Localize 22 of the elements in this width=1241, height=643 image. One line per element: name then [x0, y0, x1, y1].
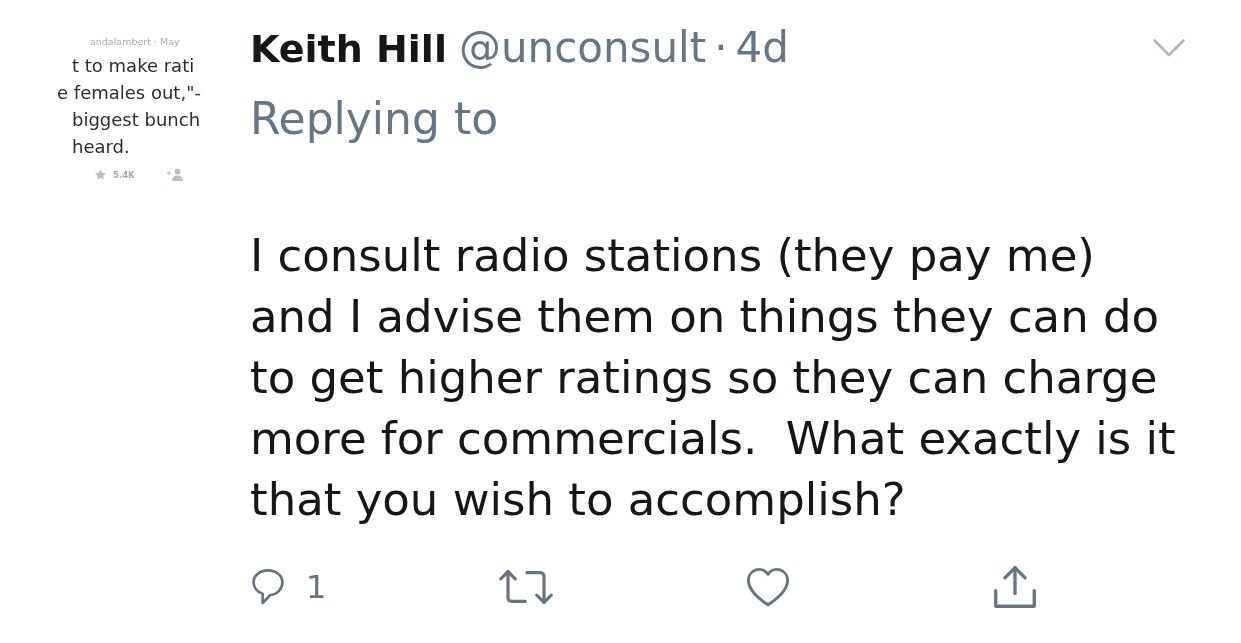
- speech-bubble-icon: [252, 569, 284, 605]
- reply-button[interactable]: 1: [252, 567, 327, 607]
- author-name[interactable]: Keith Hill: [250, 25, 447, 73]
- quoted-tweet-text-line: biggest bunch: [72, 108, 201, 132]
- quoted-tweet-text-line: e females out,"-: [57, 81, 201, 105]
- tweet-text: I consult radio stations (they pay me) and I advise them on things they can do to get higher ratings so they can charge more for commercials. What exactly is it that you wish to accomplish?: [250, 228, 1177, 528]
- share-button[interactable]: [993, 565, 1037, 609]
- separator-dot: ·: [714, 24, 728, 72]
- like-button[interactable]: [746, 567, 790, 607]
- author-handle[interactable]: @unconsult: [458, 24, 707, 72]
- quoted-tweet-author-line: andalambert · May: [90, 36, 180, 48]
- retweet-button[interactable]: [499, 568, 553, 606]
- star-icon: [95, 169, 106, 180]
- add-person-icon: [166, 168, 184, 181]
- quoted-tweet-text-line: heard.: [72, 135, 130, 159]
- share-icon: [993, 565, 1037, 609]
- timestamp[interactable]: 4d: [735, 24, 789, 72]
- replying-to-label: Replying to: [250, 93, 499, 145]
- heart-icon: [746, 567, 790, 607]
- quoted-tweet-text-line: t to make rati: [72, 54, 195, 78]
- retweet-arrows-icon: [499, 568, 553, 606]
- like-count: 5.4K: [113, 169, 135, 180]
